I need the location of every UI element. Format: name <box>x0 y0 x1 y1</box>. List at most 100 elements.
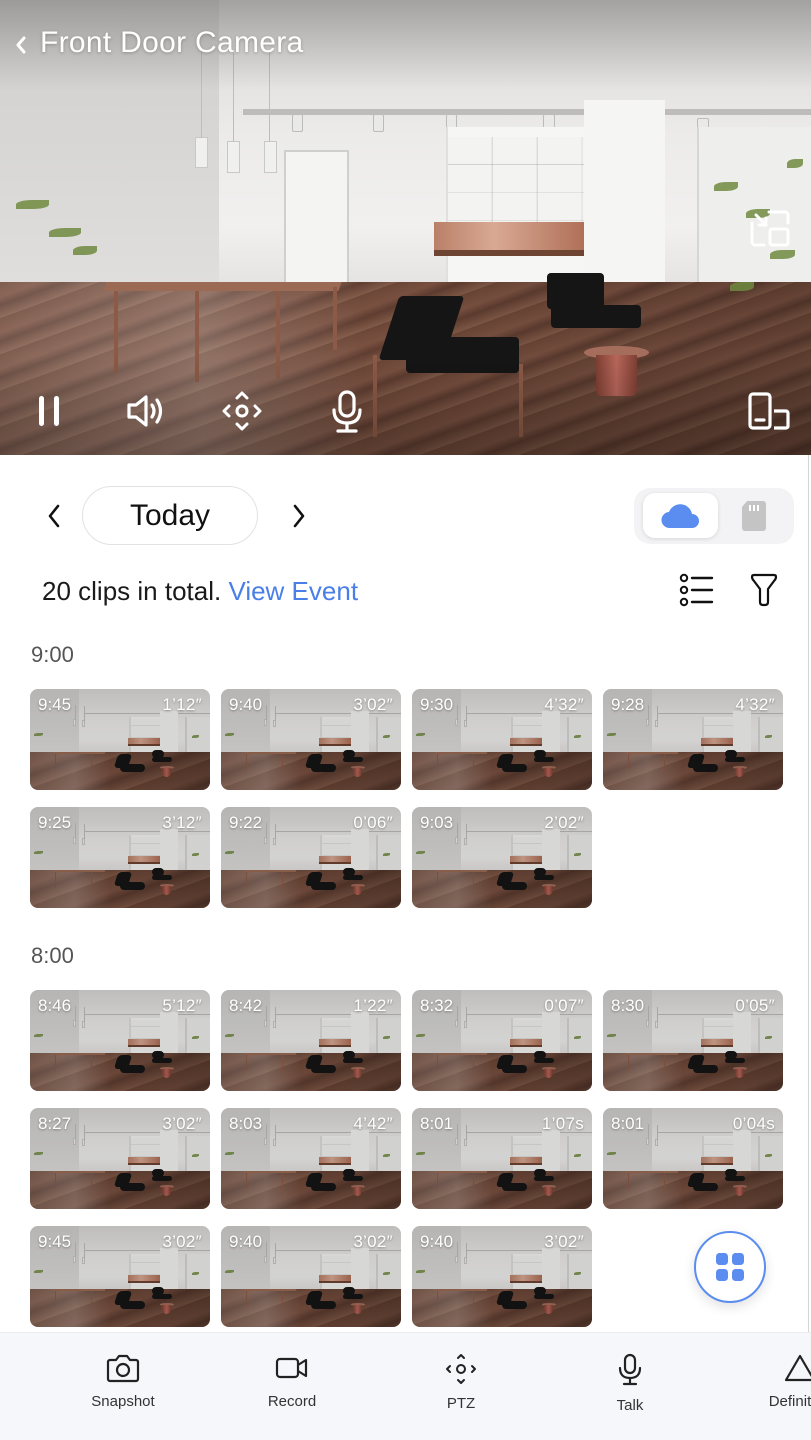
filter-button[interactable] <box>744 570 784 610</box>
snapshot-label: Snapshot <box>91 1393 155 1410</box>
clip-time: 9:30 <box>420 695 454 714</box>
clips-count-text: 20 clips in total. <box>42 576 222 606</box>
clip-thumbnail[interactable]: 9:45 1’12″ <box>30 689 210 790</box>
clip-thumbnail[interactable]: 8:01 1’07s <box>412 1108 592 1209</box>
edge-divider <box>808 455 809 1332</box>
clip-time: 8:42 <box>229 996 263 1015</box>
clip-duration: 1’22″ <box>353 996 393 1015</box>
clip-thumbnail[interactable]: 8:42 1’22″ <box>221 990 401 1091</box>
clip-thumbnail[interactable]: 9:30 4’32″ <box>412 689 592 790</box>
rotate-screen-button[interactable] <box>744 388 794 434</box>
talk-tool-button[interactable]: Talk <box>570 1353 690 1433</box>
camera-title: Front Door Camera <box>40 26 304 59</box>
group-time-label: 8:00 <box>31 943 74 968</box>
date-selector[interactable]: Today <box>82 486 258 545</box>
clip-time: 9:40 <box>229 695 263 714</box>
clip-time: 9:25 <box>38 813 72 832</box>
clip-time: 8:32 <box>420 996 454 1015</box>
talk-button[interactable] <box>324 388 370 436</box>
definition-button[interactable]: Definition <box>740 1353 811 1433</box>
filter-icon <box>750 573 778 607</box>
clip-time: 8:01 <box>420 1114 454 1133</box>
picture-in-picture-icon <box>750 210 790 247</box>
sound-button[interactable] <box>122 388 168 434</box>
clip-duration: 3’12″ <box>162 813 202 832</box>
clip-duration: 4’32″ <box>544 695 584 714</box>
clip-thumbnail[interactable]: 9:22 0’06″ <box>221 807 401 908</box>
back-button[interactable] <box>10 30 32 60</box>
pause-icon <box>39 396 59 426</box>
clip-thumbnail[interactable]: 9:25 3’12″ <box>30 807 210 908</box>
previous-day-button[interactable] <box>36 496 72 536</box>
clip-duration: 3’02″ <box>162 1114 202 1133</box>
clip-time: 9:28 <box>611 695 645 714</box>
clip-duration: 3’02″ <box>544 1232 584 1251</box>
talk-label: Talk <box>616 1397 644 1414</box>
definition-label: Definition <box>768 1393 811 1410</box>
clip-time: 8:46 <box>38 996 72 1015</box>
microphone-icon <box>332 390 362 433</box>
bottom-toolbar: Snapshot Record PTZ Talk Definition <box>0 1332 811 1440</box>
snapshot-button[interactable]: Snapshot <box>63 1353 183 1433</box>
clip-duration: 0’06″ <box>353 813 393 832</box>
clip-thumbnail[interactable]: 8:30 0’05″ <box>603 990 783 1091</box>
ptz-tool-button[interactable]: PTZ <box>401 1353 521 1433</box>
clip-thumbnail[interactable]: 9:28 4’32″ <box>603 689 783 790</box>
record-label: Record <box>267 1393 317 1410</box>
clip-duration: 0’05″ <box>735 996 775 1015</box>
grid-view-icon <box>716 1253 744 1281</box>
clip-duration: 3’02″ <box>353 1232 393 1251</box>
sd-card-storage-option[interactable] <box>716 493 791 538</box>
clip-thumbnail[interactable]: 9:40 3’02″ <box>412 1226 592 1327</box>
clip-thumbnail[interactable]: 9:45 3’02″ <box>30 1226 210 1327</box>
clip-duration: 0’07″ <box>544 996 584 1015</box>
clip-thumbnail[interactable]: 8:27 3’02″ <box>30 1108 210 1209</box>
clip-thumbnail[interactable]: 8:32 0’07″ <box>412 990 592 1091</box>
picture-in-picture-button[interactable] <box>746 206 794 252</box>
clip-thumbnail[interactable]: 8:46 5’12″ <box>30 990 210 1091</box>
ptz-direction-icon <box>446 1354 476 1384</box>
clip-thumbnail[interactable]: 8:03 4’42″ <box>221 1108 401 1209</box>
clip-duration: 1’12″ <box>162 695 202 714</box>
clip-thumbnail[interactable]: 9:40 3’02″ <box>221 1226 401 1327</box>
chevron-left-icon <box>48 504 60 528</box>
list-view-button[interactable] <box>676 570 718 610</box>
clip-time: 8:01 <box>611 1114 645 1133</box>
clips-summary: 20 clips in total. View Event <box>42 576 358 607</box>
record-button[interactable]: Record <box>232 1353 352 1433</box>
clip-thumbnail[interactable]: 9:03 2’02″ <box>412 807 592 908</box>
clip-duration: 0’04s <box>732 1114 775 1133</box>
clip-time: 9:40 <box>420 1232 454 1251</box>
rotate-screen-icon <box>748 392 790 430</box>
chevron-right-icon <box>293 504 305 528</box>
clip-duration: 3’02″ <box>353 695 393 714</box>
ptz-label: PTZ <box>446 1395 476 1412</box>
clip-duration: 4’32″ <box>735 695 775 714</box>
clip-time: 9:45 <box>38 1232 72 1251</box>
cloud-icon <box>660 503 699 528</box>
cloud-storage-option[interactable] <box>643 493 718 538</box>
clip-time: 9:22 <box>229 813 263 832</box>
view-event-link[interactable]: View Event <box>228 576 358 606</box>
clip-time: 8:30 <box>611 996 645 1015</box>
clip-time: 8:27 <box>38 1114 72 1133</box>
pause-button[interactable] <box>28 388 70 434</box>
clip-thumbnail[interactable]: 8:01 0’04s <box>603 1108 783 1209</box>
microphone-icon <box>618 1353 642 1386</box>
next-day-button[interactable] <box>281 496 317 536</box>
ptz-direction-icon <box>222 391 262 431</box>
clip-duration: 4’42″ <box>353 1114 393 1133</box>
sd-card-icon <box>741 500 766 531</box>
camera-icon <box>106 1354 140 1383</box>
speaker-icon <box>127 395 163 427</box>
grid-view-button[interactable] <box>694 1231 766 1303</box>
clip-time: 9:40 <box>229 1232 263 1251</box>
clip-time: 9:03 <box>420 813 454 832</box>
clip-time: 8:03 <box>229 1114 263 1133</box>
live-video-view[interactable]: Front Door Camera <box>0 0 811 455</box>
clip-thumbnail[interactable]: 9:40 3’02″ <box>221 689 401 790</box>
video-camera-icon <box>275 1357 308 1379</box>
clip-duration: 1’07s <box>541 1114 584 1133</box>
clip-duration: 3’02″ <box>162 1232 202 1251</box>
ptz-button[interactable] <box>219 388 265 434</box>
